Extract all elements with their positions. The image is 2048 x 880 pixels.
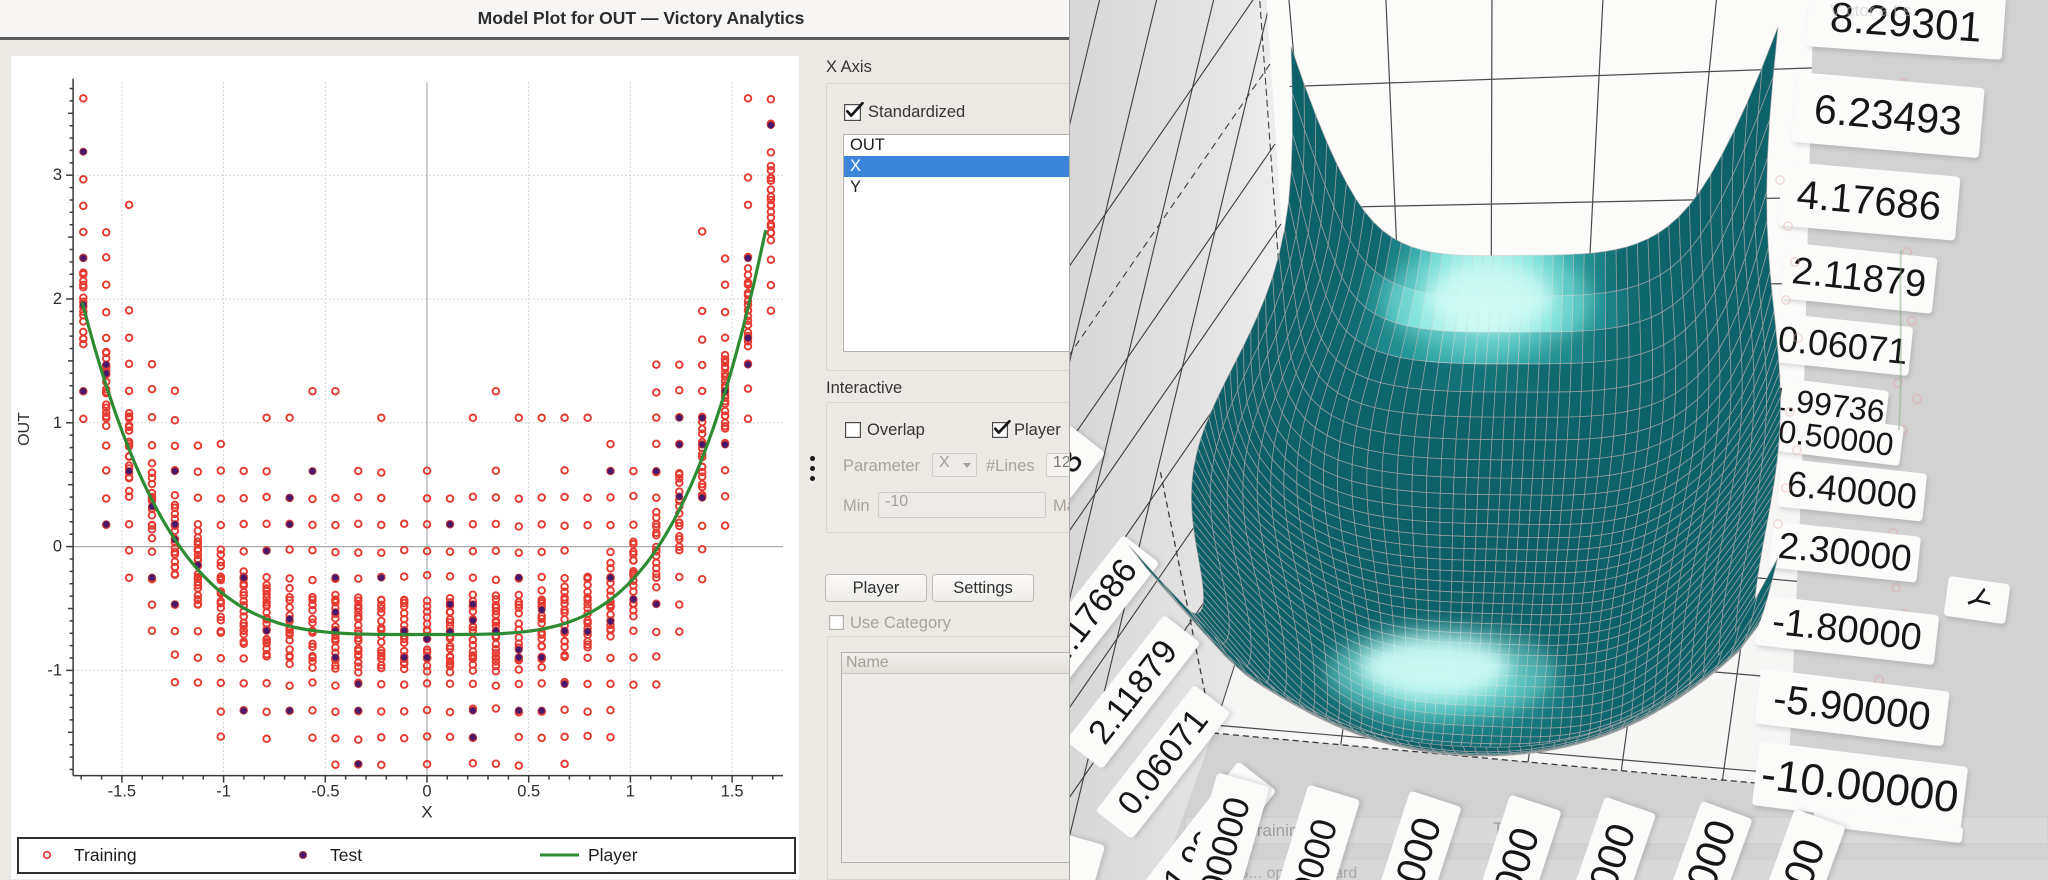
svg-text:3: 3 xyxy=(53,166,62,184)
svg-text:0: 0 xyxy=(422,783,431,801)
svg-text:-1: -1 xyxy=(47,661,62,679)
svg-text:2: 2 xyxy=(53,290,62,308)
svg-text:OUT: OUT xyxy=(16,412,33,446)
svg-text:1: 1 xyxy=(53,414,62,432)
svg-text:0: 0 xyxy=(53,538,62,556)
svg-text:1.5: 1.5 xyxy=(721,783,744,801)
svg-text:0.5: 0.5 xyxy=(517,783,540,801)
svg-text:X: X xyxy=(421,803,432,822)
svg-text:1: 1 xyxy=(626,783,635,801)
svg-text:Player: Player xyxy=(588,845,638,865)
svg-text:Test: Test xyxy=(330,845,362,865)
svg-text:-1.5: -1.5 xyxy=(108,783,136,801)
svg-text:V ctor a t s: V ctor a t s xyxy=(1830,1,1911,20)
svg-text:Training: Training xyxy=(74,845,137,865)
svg-text:-1: -1 xyxy=(216,783,231,801)
svg-text:-0.5: -0.5 xyxy=(311,783,339,801)
